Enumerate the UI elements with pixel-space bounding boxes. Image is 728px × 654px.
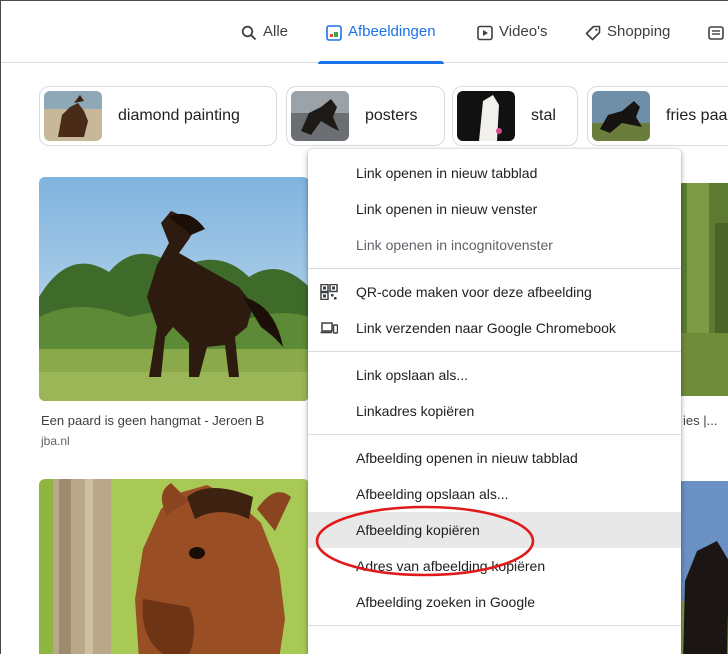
chip-thumbnail [457,91,515,141]
result-caption[interactable]: Een paard is geen hangmat - Jeroen B [41,413,264,428]
menu-item-copy-link-address[interactable]: Linkadres kopiëren [308,393,681,429]
tab-shopping[interactable]: Shopping [585,23,670,63]
annotation-red-ellipse [315,505,535,577]
menu-item-search-image-google[interactable]: Afbeelding zoeken in Google [308,584,681,620]
menu-separator [308,625,681,626]
tag-icon [585,25,601,41]
play-icon [477,25,493,41]
menu-separator [308,351,681,352]
tab-label: Shopping [607,23,671,40]
chip-fries-paard[interactable]: fries paa [587,86,728,146]
chip-stal[interactable]: stal [452,86,578,146]
menu-item-save-link-as[interactable]: Link opslaan als... [308,357,681,393]
chip-label: posters [365,107,418,124]
menu-item-open-link-incognito[interactable]: Link openen in incognitovenster [308,227,681,263]
menu-separator [308,434,681,435]
menu-item-label: Linkadres kopiëren [356,403,475,419]
image-icon [326,25,342,41]
menu-item-open-image-new-tab[interactable]: Afbeelding openen in nieuw tabblad [308,440,681,476]
chip-label: fries paa [666,107,728,124]
tab-label: Alle [263,23,289,40]
search-tabs: Alle Afbeeldingen Video's Shopping [1,1,728,64]
tab-videos[interactable]: Video's [477,23,547,63]
news-icon [708,26,724,40]
result-image-horse-portrait[interactable] [39,479,309,654]
menu-item-label: QR-code maken voor deze afbeelding [356,284,592,300]
search-icon [241,25,257,41]
chip-posters[interactable]: posters [286,86,445,146]
menu-item-label: Link openen in nieuw tabblad [356,165,538,181]
menu-item-label: Afbeelding zoeken in Google [356,594,536,610]
chip-thumbnail [592,91,650,141]
menu-item-label: Link verzenden naar Google Chromebook [356,320,616,336]
tab-images[interactable]: Afbeeldingen [318,23,444,64]
chip-diamond-painting[interactable]: diamond painting [39,86,277,146]
menu-item-open-link-new-tab[interactable]: Link openen in nieuw tabblad [308,155,681,191]
menu-item-label: Link opslaan als... [356,367,469,383]
menu-item-label: Afbeelding opslaan als... [356,486,509,502]
result-caption[interactable]: ies |... [683,413,717,428]
chip-label: stal [531,107,556,124]
result-image-right-bottom[interactable] [677,481,728,654]
menu-item-label: Link openen in incognitovenster [356,237,553,253]
menu-item-label: Link openen in nieuw venster [356,201,538,217]
menu-item-label: Afbeelding openen in nieuw tabblad [356,450,578,466]
result-image-rearing-horse[interactable] [39,177,309,401]
chip-label: diamond painting [118,107,240,124]
result-image-right-top[interactable] [677,183,728,396]
browser-viewport: Alle Afbeeldingen Video's Shopping diamo… [0,0,728,654]
menu-separator [308,268,681,269]
tab-label: Video's [499,23,548,40]
menu-item-send-to-chromebook[interactable]: Link verzenden naar Google Chromebook [308,310,681,346]
tab-all[interactable]: Alle [241,23,288,63]
menu-item-create-qr-code[interactable]: QR-code maken voor deze afbeelding [308,274,681,310]
menu-item-open-link-new-window[interactable]: Link openen in nieuw venster [308,191,681,227]
context-menu: Link openen in nieuw tabblad Link openen… [308,149,681,654]
chip-thumbnail [44,91,102,141]
qr-code-icon [320,284,338,300]
tab-news[interactable] [708,23,724,63]
chip-thumbnail [291,91,349,141]
tab-label: Afbeeldingen [348,23,436,40]
result-domain: jba.nl [41,434,70,448]
devices-icon [320,322,338,334]
